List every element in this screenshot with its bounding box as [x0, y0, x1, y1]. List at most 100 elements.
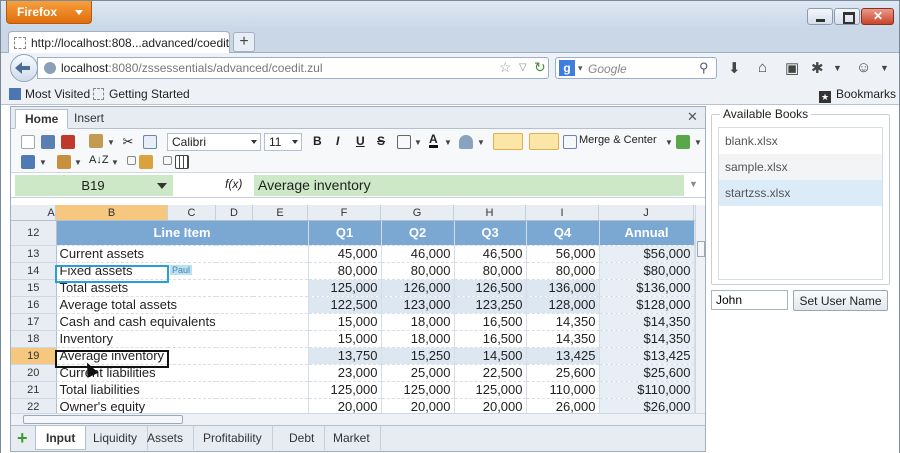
value-cell[interactable]: 13,750 [308, 347, 382, 365]
cut-icon[interactable]: ✂ [121, 135, 135, 149]
value-cell[interactable]: 46,000 [381, 245, 455, 263]
chevron-down-icon[interactable]: ▼ [694, 138, 702, 147]
value-cell[interactable]: 123,000 [381, 296, 455, 314]
new-tab-button[interactable]: + [233, 32, 255, 52]
align-horizontal-icon[interactable] [529, 133, 559, 150]
chevron-down-icon[interactable]: ▼ [111, 158, 119, 167]
header-cell[interactable]: Annual [599, 221, 695, 246]
url-dropdown-icon[interactable]: ▽ [519, 62, 527, 73]
expand-formula-icon[interactable]: ▼ [689, 179, 698, 189]
column-header-b[interactable]: B [56, 205, 168, 220]
bookmark-getting-started[interactable]: Getting Started [93, 87, 190, 101]
header-cell[interactable]: Line Item [56, 221, 309, 246]
row-header[interactable]: 22 [11, 398, 57, 413]
header-cell[interactable]: Q1 [308, 221, 382, 246]
annual-cell[interactable]: $80,000 [599, 262, 695, 280]
bold-icon[interactable]: B [313, 134, 322, 148]
label-cell[interactable]: Current assets [56, 245, 309, 263]
column-header-f[interactable]: F [308, 205, 381, 220]
row-header[interactable]: 17 [11, 313, 57, 331]
header-cell[interactable]: Q4 [526, 221, 600, 246]
checkbox-icon[interactable] [163, 156, 172, 165]
row-header[interactable]: 19 [11, 347, 57, 365]
value-cell[interactable]: 122,500 [308, 296, 382, 314]
search-engine-dropdown-icon[interactable]: ▾ [578, 63, 583, 74]
smiley-icon[interactable]: ☺ [856, 59, 871, 76]
google-icon[interactable]: g [559, 60, 575, 76]
column-header-j[interactable]: J [599, 205, 694, 220]
value-cell[interactable]: 15,000 [308, 330, 382, 348]
checkbox-icon[interactable] [127, 156, 136, 165]
download-icon[interactable]: ⬇ [728, 59, 741, 77]
row-header[interactable]: 13 [11, 245, 57, 263]
tab-insert[interactable]: Insert [65, 109, 113, 129]
book-item[interactable]: blank.xlsx [719, 128, 882, 154]
value-cell[interactable]: 80,000 [381, 262, 455, 280]
label-cell[interactable]: Owner's equity [56, 398, 309, 413]
chevron-down-icon[interactable]: ▼ [880, 63, 889, 73]
row-header[interactable]: 15 [11, 279, 57, 297]
value-cell[interactable]: 15,000 [308, 313, 382, 331]
book-item[interactable]: startzss.xlsx [719, 180, 882, 206]
username-input[interactable] [711, 290, 788, 310]
annual-cell[interactable]: $14,350 [599, 313, 695, 331]
vertical-scrollbar[interactable] [695, 205, 705, 413]
sheet-tab-market[interactable]: Market [323, 426, 381, 450]
annual-cell[interactable]: $56,000 [599, 245, 695, 263]
font-select[interactable]: Calibri [167, 133, 261, 151]
value-cell[interactable]: 18,000 [381, 330, 455, 348]
value-cell[interactable]: 26,000 [526, 398, 600, 413]
row-header[interactable]: 12 [11, 221, 57, 246]
value-cell[interactable]: 16,500 [454, 313, 527, 331]
value-cell[interactable]: 22,500 [454, 364, 527, 382]
sheet-tab-input[interactable]: Input [35, 426, 87, 450]
pdf-icon[interactable] [61, 135, 75, 149]
value-cell[interactable]: 126,500 [454, 279, 527, 297]
sort-icon[interactable]: A↓Z [89, 154, 109, 166]
value-cell[interactable]: 80,000 [454, 262, 527, 280]
minimize-button[interactable] [807, 8, 833, 25]
header-cell[interactable]: Q3 [454, 221, 527, 246]
save-icon[interactable] [41, 135, 55, 149]
scroll-thumb[interactable] [697, 241, 705, 257]
align-vertical-icon[interactable] [493, 133, 523, 150]
copy-icon[interactable] [143, 135, 157, 149]
paste-icon[interactable] [89, 134, 103, 148]
value-cell[interactable]: 14,350 [526, 330, 600, 348]
tab-home[interactable]: Home [15, 109, 69, 129]
home-icon[interactable]: ⌂ [758, 59, 767, 76]
value-cell[interactable]: 20,000 [308, 398, 382, 413]
column-header-a[interactable]: A [47, 205, 56, 220]
value-cell[interactable]: 80,000 [308, 262, 382, 280]
chevron-down-icon[interactable] [151, 175, 173, 196]
column-header-c[interactable]: C [168, 205, 216, 220]
label-cell[interactable]: Total liabilities [56, 381, 309, 399]
value-cell[interactable]: 25,600 [526, 364, 600, 382]
sheet-tab-profitability[interactable]: Profitability [193, 426, 273, 450]
chevron-down-icon[interactable]: ▼ [833, 63, 842, 73]
strikethrough-icon[interactable]: S [377, 134, 385, 148]
bookmark-most-visited[interactable]: Most Visited [9, 87, 90, 101]
chevron-down-icon[interactable]: ▼ [444, 138, 452, 147]
column-header-i[interactable]: I [526, 205, 599, 220]
underline-icon[interactable]: U [356, 134, 365, 148]
font-color-icon[interactable]: A [429, 133, 438, 148]
insert-icon[interactable] [676, 135, 690, 149]
url-bar[interactable]: localhost:8080/zssessentials/advanced/co… [37, 57, 549, 79]
wrap-icon[interactable] [563, 135, 577, 149]
annual-cell[interactable]: $26,000 [599, 398, 695, 413]
value-cell[interactable]: 125,000 [308, 381, 382, 399]
sheet-tab-assets[interactable]: Assets [137, 426, 195, 450]
column-header-g[interactable]: G [381, 205, 454, 220]
annual-cell[interactable]: $110,000 [599, 381, 695, 399]
value-cell[interactable]: 125,000 [308, 279, 382, 297]
size-select[interactable]: 11 [264, 133, 302, 151]
row-header[interactable]: 18 [11, 330, 57, 348]
column-header-d[interactable]: D [216, 205, 253, 220]
addon-icon[interactable]: ▣ [785, 59, 799, 77]
label-cell[interactable]: Average inventory [56, 347, 309, 365]
annual-cell[interactable]: $25,600 [599, 364, 695, 382]
label-cell[interactable]: Average total assets [56, 296, 309, 314]
chevron-down-icon[interactable]: ▼ [107, 138, 115, 147]
bookmark-star-icon[interactable]: ☆ [499, 59, 512, 76]
